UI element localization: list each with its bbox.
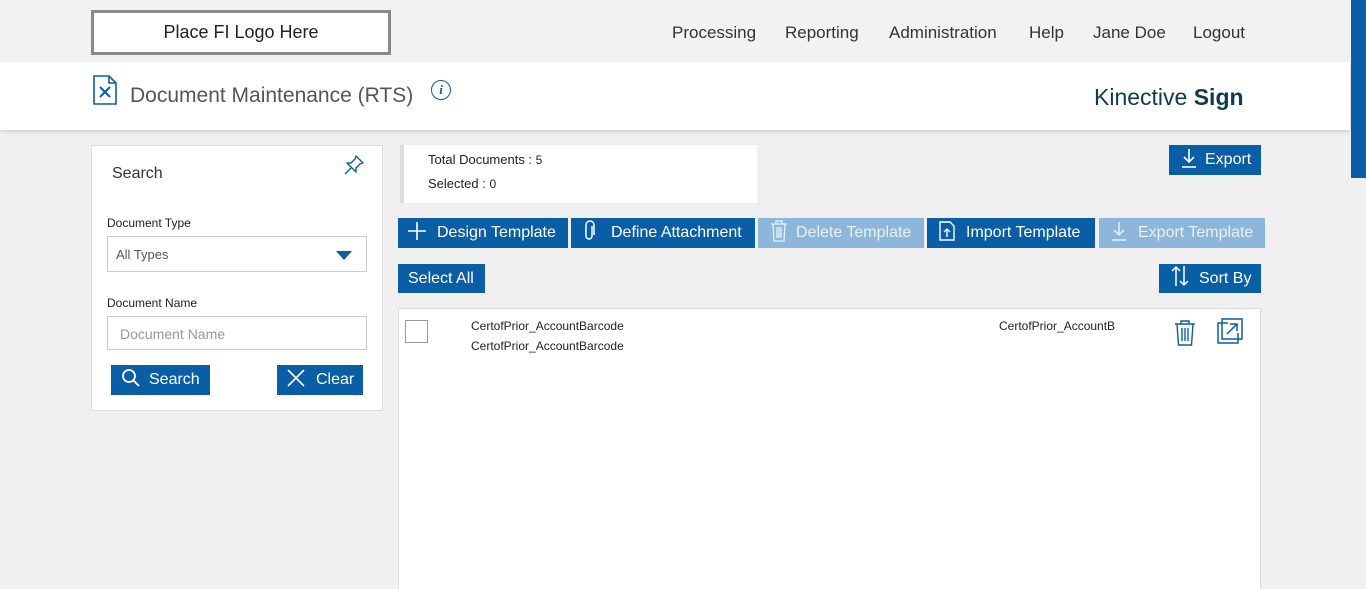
- document-list: CertofPrior_AccountBarcode CertofPrior_A…: [398, 308, 1261, 589]
- selected-label: Selected :: [428, 176, 490, 191]
- top-bar: Place FI Logo Here Processing Reporting …: [0, 0, 1350, 62]
- info-icon[interactable]: i: [431, 80, 451, 100]
- download-icon: [1181, 148, 1197, 173]
- brand-logo: Kinective Sign: [1094, 84, 1244, 111]
- document-name: CertofPrior_AccountBarcode: [471, 319, 624, 333]
- search-panel-title: Search: [112, 165, 163, 182]
- clear-button[interactable]: Clear: [277, 365, 363, 395]
- delete-template-label: Delete Template: [796, 224, 912, 241]
- sort-by-button[interactable]: Sort By: [1159, 264, 1261, 293]
- nav-administration[interactable]: Administration: [889, 23, 997, 43]
- define-attachment-label: Define Attachment: [611, 224, 742, 241]
- document-name-input[interactable]: Document Name: [107, 316, 367, 350]
- document-code: CertofPrior_AccountB: [999, 319, 1116, 333]
- download-icon: [1111, 221, 1127, 246]
- search-button-label: Search: [149, 371, 200, 388]
- export-button[interactable]: Export: [1169, 145, 1261, 175]
- document-type-value: All Types: [116, 247, 169, 262]
- total-documents-label: Total Documents :: [428, 152, 536, 167]
- nav-processing[interactable]: Processing: [672, 23, 756, 43]
- total-documents: Total Documents : 5: [428, 152, 542, 167]
- define-attachment-button[interactable]: Define Attachment: [571, 218, 755, 248]
- search-icon: [121, 368, 141, 393]
- page-title: Document Maintenance (RTS): [130, 84, 414, 107]
- nav-user[interactable]: Jane Doe: [1093, 23, 1166, 43]
- select-all-button[interactable]: Select All: [398, 264, 485, 293]
- selected-value: 0: [489, 177, 497, 191]
- nav-logout[interactable]: Logout: [1193, 23, 1245, 43]
- document-type-select[interactable]: All Types: [107, 236, 367, 272]
- scrollbar-thumb[interactable]: [1351, 0, 1366, 178]
- clear-button-label: Clear: [316, 371, 355, 388]
- import-template-button[interactable]: Import Template: [927, 218, 1095, 248]
- design-template-button[interactable]: Design Template: [398, 218, 568, 248]
- nav-reporting[interactable]: Reporting: [785, 23, 859, 43]
- document-name-label: Document Name: [107, 296, 198, 310]
- design-template-label: Design Template: [437, 224, 556, 241]
- row-checkbox[interactable]: [405, 320, 428, 343]
- search-panel: Search Document Type All Types Document …: [91, 145, 383, 411]
- fi-logo: Place FI Logo Here: [91, 10, 391, 55]
- document-summary: Total Documents : 5 Selected : 0: [400, 145, 757, 203]
- nav-help[interactable]: Help: [1029, 23, 1064, 43]
- total-documents-value: 5: [535, 153, 543, 167]
- brand-light: Kinective: [1094, 84, 1194, 110]
- close-icon: [286, 368, 306, 393]
- pin-icon[interactable]: [343, 154, 365, 181]
- export-template-label: Export Template: [1138, 224, 1254, 241]
- document-description: CertofPrior_AccountBarcode: [471, 339, 624, 353]
- sort-by-label: Sort By: [1199, 269, 1252, 287]
- trash-icon[interactable]: [1173, 319, 1197, 352]
- page-scrollbar[interactable]: [1350, 0, 1366, 589]
- paperclip-icon: [583, 219, 597, 247]
- upload-file-icon: [939, 220, 955, 246]
- selected-count: Selected : 0: [428, 176, 496, 191]
- document-icon: [92, 75, 118, 110]
- brand-bold: Sign: [1193, 84, 1244, 110]
- trash-icon: [770, 219, 788, 247]
- document-type-label: Document Type: [107, 216, 191, 230]
- export-button-label: Export: [1205, 151, 1252, 168]
- import-template-label: Import Template: [966, 224, 1081, 241]
- search-button[interactable]: Search: [111, 365, 210, 395]
- open-external-icon[interactable]: [1216, 317, 1244, 350]
- title-bar: Document Maintenance (RTS) i Kinective S…: [0, 62, 1350, 130]
- chevron-down-icon: [336, 251, 352, 260]
- export-template-button[interactable]: Export Template: [1099, 218, 1265, 248]
- plus-icon: [407, 221, 427, 246]
- sort-icon: [1171, 265, 1189, 292]
- delete-template-button[interactable]: Delete Template: [758, 218, 924, 248]
